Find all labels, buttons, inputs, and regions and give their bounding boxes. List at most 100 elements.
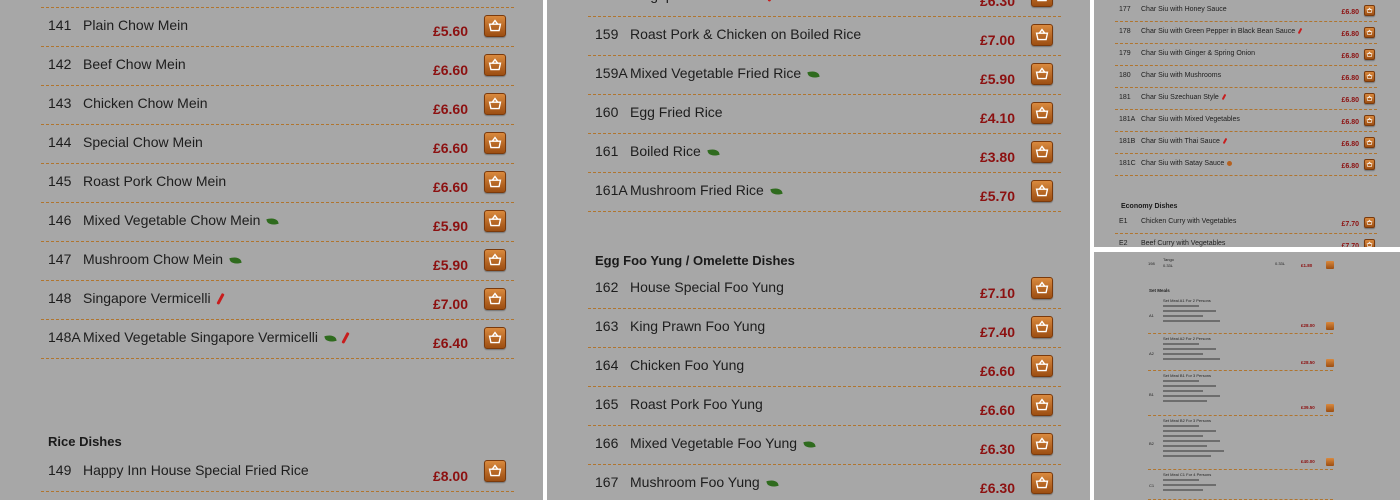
item-name: Mixed Vegetable Chow Mein	[83, 212, 280, 228]
set-meal-title: Set Meal A2 For 2 Persons	[1163, 336, 1211, 341]
divider	[1148, 333, 1333, 334]
set-meal-detail-line	[1163, 380, 1199, 382]
add-to-basket-button[interactable]	[1364, 27, 1375, 38]
add-to-basket-button[interactable]	[1364, 115, 1375, 126]
item-name: Char Siu with Ginger & Spring Onion	[1141, 50, 1255, 57]
item-name-text: Roast Pork Chow Mein	[83, 173, 227, 189]
item-name-text: Mushroom Fried Rice	[630, 182, 764, 198]
item-name-text: Beef Chow Mein	[83, 56, 186, 72]
add-to-basket-button[interactable]	[1364, 49, 1375, 60]
add-to-basket-button[interactable]	[1364, 239, 1375, 247]
add-to-basket-button[interactable]	[1031, 277, 1053, 299]
item-number: 167	[595, 474, 619, 490]
item-price: £7.00	[979, 32, 1015, 48]
add-to-basket-button[interactable]	[1031, 24, 1053, 46]
add-to-basket-button[interactable]	[1031, 102, 1053, 124]
basket-icon	[1366, 29, 1373, 35]
item-price: £5.70	[979, 188, 1015, 204]
add-to-basket-button[interactable]	[484, 171, 506, 193]
menu-item-row: 164 Chicken Foo Yung £6.60	[588, 348, 1061, 387]
add-to-basket-button[interactable]	[1031, 433, 1053, 455]
add-to-basket-button[interactable]	[1031, 0, 1053, 7]
add-to-basket-button[interactable]	[1326, 359, 1334, 367]
menu-item-row: 140Shrimp Chow Mein£6.60	[41, 0, 514, 8]
add-to-basket-button[interactable]	[484, 132, 506, 154]
item-name: Plain Chow Mein	[83, 17, 188, 33]
add-to-basket-button[interactable]	[1364, 5, 1375, 16]
item-name: Boiled Rice	[630, 143, 720, 159]
add-to-basket-button[interactable]	[1031, 472, 1053, 494]
menu-item-row: 178 Char Siu with Green Pepper in Black B…	[1115, 22, 1377, 44]
set-meal-detail-line	[1163, 348, 1216, 350]
set-meal-detail-line	[1163, 385, 1216, 387]
basket-icon	[1035, 476, 1049, 489]
add-to-basket-button[interactable]	[484, 210, 506, 232]
add-to-basket-button[interactable]	[1031, 394, 1053, 416]
set-meal-price: £28.50	[1301, 360, 1315, 365]
item-price: £5.90	[432, 218, 468, 234]
vegetarian-leaf-icon	[324, 333, 337, 343]
add-to-basket-button[interactable]	[1326, 322, 1334, 330]
item-price: £6.30	[979, 441, 1015, 457]
basket-icon	[488, 292, 502, 305]
add-to-basket-button[interactable]	[484, 460, 506, 482]
spicy-chili-icon	[215, 293, 225, 306]
add-to-basket-button[interactable]	[1326, 261, 1334, 269]
item-name: Char Siu with Satay Sauce	[1141, 160, 1233, 167]
item-name: Chicken Curry with Vegetables	[1141, 218, 1236, 225]
item-name-text: Plain Chow Mein	[83, 17, 189, 33]
set-meal-detail-line	[1163, 310, 1216, 312]
add-to-basket-button[interactable]	[1031, 316, 1053, 338]
menu-item-row: 166 Mixed Vegetable Foo Yung £6.30	[588, 426, 1061, 465]
add-to-basket-button[interactable]	[484, 249, 506, 271]
item-price: £6.60	[432, 179, 468, 195]
menu-item-row: 180 Char Siu with Mushrooms £6.80	[1115, 66, 1377, 88]
item-name-text: Roast Pork & Chicken on Boiled Rice	[630, 26, 862, 42]
item-name-text: Chicken Foo Yung	[630, 357, 745, 373]
set-meal-code: C1	[1149, 483, 1155, 488]
item-name: Mixed Vegetable Fried Rice	[630, 65, 820, 81]
item-name: Egg Fried Rice	[630, 104, 723, 120]
basket-icon	[488, 214, 502, 227]
item-number: 198	[1148, 261, 1155, 266]
item-name: Char Siu with Honey Sauce	[1141, 6, 1227, 13]
item-subtitle: 0.33L	[1163, 263, 1174, 268]
basket-icon	[1366, 161, 1373, 167]
add-to-basket-button[interactable]	[484, 54, 506, 76]
add-to-basket-button[interactable]	[1031, 180, 1053, 202]
menu-list: 162 House Special Foo Yung £7.10 163 King Pr…	[588, 270, 1061, 500]
set-meal-detail-line	[1163, 315, 1203, 317]
menu-item-row: 161A Mushroom Fried Rice £5.70	[588, 173, 1061, 212]
item-price: £6.80	[1341, 141, 1359, 148]
set-meal-detail-line	[1163, 479, 1199, 481]
add-to-basket-button[interactable]	[484, 93, 506, 115]
add-to-basket-button[interactable]	[1364, 71, 1375, 82]
item-price: £1.80	[1301, 263, 1313, 268]
item-name-text: Char Siu with Ginger & Spring Onion	[1141, 50, 1255, 57]
add-to-basket-button[interactable]	[1031, 141, 1053, 163]
add-to-basket-button[interactable]	[1364, 217, 1375, 228]
menu-item-row: 160 Egg Fried Rice £4.10	[588, 95, 1061, 134]
add-to-basket-button[interactable]	[1326, 458, 1334, 466]
add-to-basket-button[interactable]	[1364, 137, 1375, 148]
item-price: £6.60	[432, 101, 468, 117]
basket-icon	[1366, 219, 1373, 225]
menu-item-row: 181 Char Siu Szechuan Style £6.80	[1115, 88, 1377, 110]
item-price: £7.70	[1341, 243, 1359, 247]
add-to-basket-button[interactable]	[484, 327, 506, 349]
item-name-text: Char Siu with Mixed Vegetables	[1141, 116, 1240, 123]
add-to-basket-button[interactable]	[484, 15, 506, 37]
basket-icon	[1366, 241, 1373, 247]
add-to-basket-button[interactable]	[1364, 159, 1375, 170]
add-to-basket-button[interactable]	[1364, 93, 1375, 104]
item-name-text: Mushroom Foo Yung	[630, 474, 760, 490]
add-to-basket-button[interactable]	[1326, 404, 1334, 412]
set-meal-detail-line	[1163, 455, 1211, 457]
add-to-basket-button[interactable]	[1031, 355, 1053, 377]
add-to-basket-button[interactable]	[1031, 63, 1053, 85]
item-number: 141	[48, 17, 72, 33]
item-number: 148A	[48, 329, 81, 345]
add-to-basket-button[interactable]	[484, 288, 506, 310]
basket-icon	[1037, 0, 1047, 2]
basket-icon	[488, 97, 502, 110]
